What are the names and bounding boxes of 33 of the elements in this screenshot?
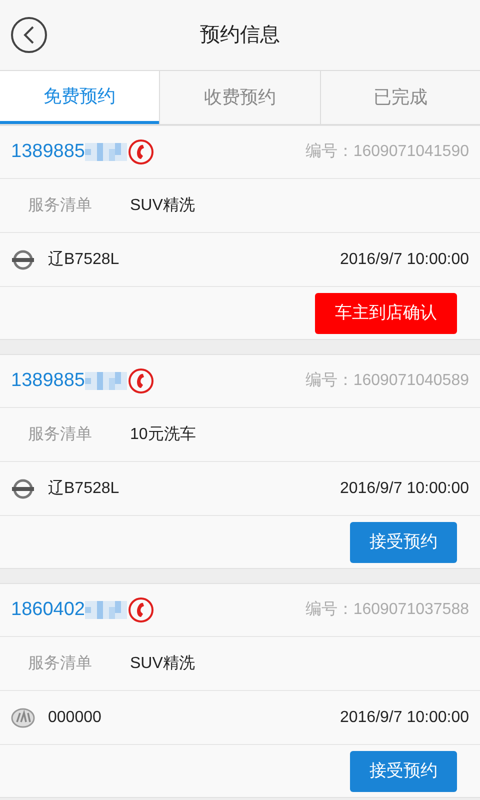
phone-number: 1389885: [11, 368, 85, 393]
tab[interactable]: 收费预约: [159, 71, 320, 124]
tab[interactable]: 免费预约: [0, 71, 160, 124]
service-label: 服务清单: [28, 424, 93, 444]
page-title: 预约信息: [199, 23, 281, 48]
service-name: SUV精洗: [130, 654, 195, 674]
phone-number: 1389885: [11, 140, 85, 164]
phone-icon[interactable]: [128, 368, 154, 394]
pixelated-mask: [84, 372, 127, 390]
order-number: 编号：1609071040589: [305, 370, 469, 391]
order-number: 编号：1609071037588: [305, 600, 469, 620]
phone-icon[interactable]: [128, 139, 154, 165]
phone-number: 1860402: [11, 598, 85, 622]
back-button[interactable]: [11, 17, 47, 53]
license-plate: 辽B7528L: [48, 250, 120, 270]
pixelated-mask: [84, 601, 127, 619]
tab[interactable]: 已完成: [320, 71, 480, 124]
service-name: SUV精洗: [130, 196, 195, 216]
action-button[interactable]: 车主到店确认: [315, 292, 457, 334]
service-label: 服务清单: [28, 196, 93, 216]
appointment-time: 2016/9/7 10:00:00: [340, 708, 469, 728]
order-number: 编号：1609071041590: [305, 142, 469, 162]
appointment-time: 2016/9/7 10:00:00: [340, 250, 469, 270]
service-name: 10元洗车: [130, 424, 196, 444]
appointment-time: 2016/9/7 10:00:00: [340, 478, 469, 498]
license-plate: 000000: [48, 708, 102, 728]
action-button[interactable]: 接受预约: [350, 750, 457, 792]
service-label: 服务清单: [28, 654, 93, 674]
pixelated-mask: [84, 143, 127, 161]
license-plate: 辽B7528L: [48, 478, 120, 498]
action-button[interactable]: 接受预约: [350, 522, 457, 562]
back-icon: [23, 26, 35, 44]
phone-icon[interactable]: [128, 597, 154, 623]
